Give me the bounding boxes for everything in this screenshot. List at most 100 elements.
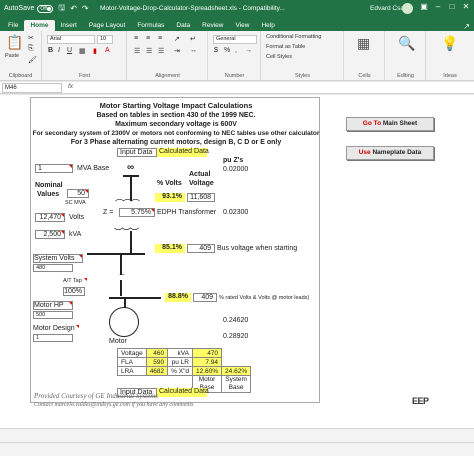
comma-icon[interactable]: , bbox=[235, 47, 237, 54]
ideas-label: Ideas bbox=[443, 73, 457, 79]
copy-icon[interactable]: ⎘ bbox=[28, 45, 34, 53]
page-title: Motor Starting Voltage Impact Calculatio… bbox=[99, 101, 253, 110]
ideas-group: 💡 Ideas bbox=[427, 31, 473, 81]
align-top-icon[interactable]: ≡ bbox=[134, 35, 138, 42]
decimal-icon[interactable]: → bbox=[245, 47, 252, 54]
cells-group: ▦ Cells bbox=[345, 31, 385, 81]
tab-home[interactable]: Home bbox=[24, 20, 55, 31]
tab-view[interactable]: View bbox=[229, 20, 255, 31]
transformer-z-input[interactable]: 5.75% bbox=[119, 208, 155, 217]
z-label: Z = bbox=[103, 209, 114, 216]
number-label: Number bbox=[224, 73, 245, 79]
format-as-table-button[interactable]: Format as Table bbox=[266, 44, 305, 50]
merge-center-icon[interactable]: ↔ bbox=[190, 47, 197, 54]
alignment-group: ≡ ≡ ≡ ↗ ↵ ☰ ☰ ☰ ⇥ ↔ Alignment bbox=[128, 31, 208, 81]
go-to-main-sheet-button[interactable]: Go To Main Sheet bbox=[346, 117, 434, 131]
tab-page-layout[interactable]: Page Layout bbox=[83, 20, 132, 31]
use-nameplate-data-button[interactable]: Use Nameplate Data bbox=[346, 146, 434, 160]
mva-base-input[interactable]: 1 bbox=[35, 164, 73, 173]
motor-design-select[interactable]: 1 bbox=[33, 334, 73, 342]
name-box[interactable]: M46 bbox=[2, 83, 62, 93]
fx-icon[interactable]: fx bbox=[68, 83, 73, 90]
at-tap-input[interactable]: 100% bbox=[63, 287, 85, 296]
subtitle-2: Maximum secondary voltage is 600V bbox=[115, 121, 237, 128]
tab-formulas[interactable]: Formulas bbox=[131, 20, 170, 31]
fill-color-icon[interactable]: ▮ bbox=[93, 47, 97, 55]
motor-hp-label: Motor HP bbox=[33, 301, 73, 310]
use-accent: Use bbox=[358, 149, 371, 156]
undo-icon[interactable]: ↶ bbox=[70, 4, 77, 13]
legend-calculated-data: Calculated Data bbox=[157, 148, 209, 157]
close-icon[interactable]: ✕ bbox=[460, 2, 472, 11]
paste-icon[interactable]: 📋 bbox=[6, 34, 23, 51]
borders-icon[interactable]: ▦ bbox=[79, 47, 86, 55]
table-cell: Voltage bbox=[117, 348, 147, 358]
share-icon[interactable]: ↗ bbox=[463, 22, 470, 31]
table-cell: % X"d bbox=[167, 366, 193, 376]
autosave-toggle[interactable]: Off bbox=[37, 4, 54, 13]
font-name-dropdown[interactable]: Arial bbox=[47, 35, 95, 44]
align-right-icon[interactable]: ☰ bbox=[158, 47, 164, 55]
minimize-icon[interactable]: – bbox=[432, 2, 444, 11]
align-center-icon[interactable]: ☰ bbox=[146, 47, 152, 55]
alignment-label: Alignment bbox=[155, 73, 180, 79]
legend-input-data: Input Data bbox=[117, 148, 157, 157]
tab-review[interactable]: Review bbox=[196, 20, 229, 31]
paste-label[interactable]: Paste bbox=[5, 53, 19, 59]
pct-volts-bus: 85.1% bbox=[155, 244, 185, 253]
bold-button[interactable]: B bbox=[48, 47, 53, 54]
autosave-label: AutoSave bbox=[4, 5, 35, 12]
tab-help[interactable]: Help bbox=[255, 20, 280, 31]
align-left-icon[interactable]: ☰ bbox=[134, 47, 140, 55]
font-size-dropdown[interactable]: 10 bbox=[97, 35, 113, 44]
redo-icon[interactable]: ↷ bbox=[82, 4, 89, 13]
actual-voltage-bus: 409 bbox=[187, 244, 215, 253]
status-bar bbox=[0, 442, 474, 456]
orientation-icon[interactable]: ↗ bbox=[174, 35, 180, 43]
cut-icon[interactable]: ✂ bbox=[28, 34, 34, 42]
table-row: FLA 590 pu LR 7.94 bbox=[117, 357, 251, 367]
nominal-label: Nominal bbox=[35, 182, 63, 189]
cell-styles-button[interactable]: Cell Styles bbox=[266, 54, 292, 60]
maximize-icon[interactable]: □ bbox=[446, 2, 458, 11]
pct-volts-primary: 93.1% bbox=[155, 193, 185, 202]
format-painter-icon[interactable]: 🖌 bbox=[28, 56, 37, 64]
legend-calculated-data-bottom: Calculated Data bbox=[157, 388, 209, 397]
go-to-accent: Go To bbox=[362, 120, 382, 127]
table-cell: System Base bbox=[221, 375, 252, 393]
volts-input[interactable]: 12,470 bbox=[35, 213, 65, 222]
italic-button[interactable]: I bbox=[58, 47, 60, 54]
feeder-line-lower bbox=[120, 280, 122, 296]
currency-icon[interactable]: $ bbox=[214, 47, 218, 54]
table-cell: kVA bbox=[167, 348, 193, 358]
formula-bar: M46 fx bbox=[0, 82, 474, 94]
table-cell: 4682 bbox=[145, 366, 169, 376]
worksheet[interactable]: Motor Starting Voltage Impact Calculatio… bbox=[0, 95, 474, 428]
underline-button[interactable]: U bbox=[67, 47, 72, 54]
kva-input[interactable]: 2,500 bbox=[35, 230, 65, 239]
motor-hp-select[interactable]: 500 bbox=[33, 311, 73, 319]
avatar[interactable] bbox=[402, 3, 413, 14]
align-middle-icon[interactable]: ≡ bbox=[146, 35, 150, 42]
search-icon[interactable]: 🔍 bbox=[398, 35, 415, 52]
subtitle-1: Based on tables in section 430 of the 19… bbox=[96, 112, 256, 119]
sc-mva-input[interactable]: 50 bbox=[67, 189, 89, 198]
tab-data[interactable]: Data bbox=[170, 20, 196, 31]
font-label: Font bbox=[78, 73, 90, 79]
ribbon-display-icon[interactable]: ▣ bbox=[418, 2, 430, 11]
bus-voltage-label: Bus voltage when starting bbox=[217, 245, 298, 252]
ideas-icon[interactable]: 💡 bbox=[441, 35, 458, 52]
font-color-icon[interactable]: A bbox=[105, 47, 110, 54]
save-icon[interactable]: 🖫 bbox=[58, 2, 65, 16]
conditional-formatting-button[interactable]: Conditional Formatting bbox=[266, 34, 321, 40]
number-format-dropdown[interactable]: General bbox=[213, 35, 257, 44]
wrap-text-icon[interactable]: ↵ bbox=[190, 35, 196, 43]
tab-insert[interactable]: Insert bbox=[55, 20, 83, 31]
indent-icon[interactable]: ⇥ bbox=[174, 47, 180, 55]
align-bottom-icon[interactable]: ≡ bbox=[158, 35, 162, 42]
system-volts-select[interactable]: 480 bbox=[33, 264, 73, 272]
percent-icon[interactable]: % bbox=[224, 47, 230, 54]
tab-file[interactable]: File bbox=[2, 20, 24, 31]
cells-icon[interactable]: ▦ bbox=[357, 35, 370, 52]
editing-group: 🔍 Editing bbox=[386, 31, 426, 81]
